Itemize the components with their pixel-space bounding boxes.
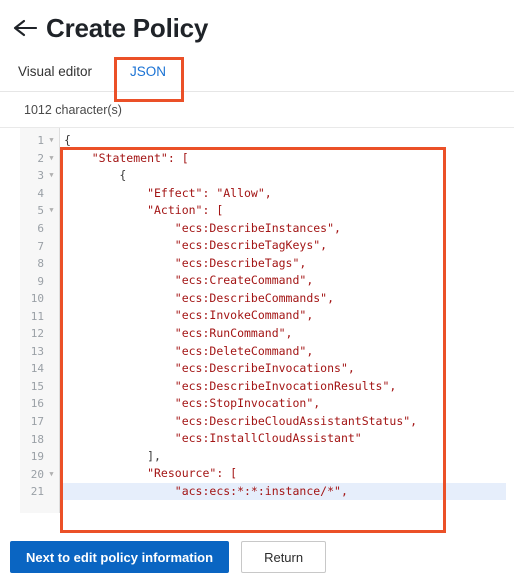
editor-code-line[interactable]: "ecs:DescribeInstances", <box>60 220 506 238</box>
editor-line-number: 13▼ <box>20 343 59 361</box>
page-header: Create Policy <box>0 0 514 48</box>
line-number-value: 17 <box>30 415 44 429</box>
editor-line-number: 20 ▼ <box>20 465 59 483</box>
chevron-down-icon[interactable]: ▼ <box>46 172 57 179</box>
line-number-value: 2 <box>37 151 44 165</box>
tab-json[interactable]: JSON <box>108 64 188 91</box>
chevron-down-icon[interactable]: ▼ <box>46 154 57 162</box>
editor-line-number: 1 ▼ <box>20 132 59 150</box>
editor-line-number: 18▼ <box>20 430 59 448</box>
editor-line-number: 3 ▼ <box>20 167 59 185</box>
editor-line-number: 4▼ <box>20 185 59 203</box>
line-number-value: 18 <box>30 432 44 446</box>
editor-code-line[interactable]: "Statement": [ <box>60 150 506 168</box>
line-number-value: 20 <box>30 467 44 481</box>
next-to-edit-policy-information-button[interactable]: Next to edit policy information <box>10 541 230 573</box>
line-number-value: 10 <box>30 292 44 306</box>
chevron-down-icon[interactable]: ▼ <box>46 207 57 214</box>
editor-code-line[interactable]: "ecs:DescribeInvocationResults", <box>60 378 506 396</box>
return-button[interactable]: Return <box>241 541 327 573</box>
editor-line-number: 21▼ <box>20 483 59 501</box>
editor-code-line[interactable]: "ecs:InstallCloudAssistant" <box>60 430 506 448</box>
editor-code-line[interactable]: "ecs:DescribeTags", <box>60 255 506 273</box>
editor-line-number: 12▼ <box>20 325 59 343</box>
editor-code-line[interactable]: ], <box>60 448 506 466</box>
character-count-label: 1012 character(s) <box>24 102 122 117</box>
editor-line-number: 14▼ <box>20 360 59 378</box>
editor-code-line[interactable]: { <box>60 167 506 185</box>
code-punctuation: { <box>64 168 127 183</box>
line-number-value: 9 <box>37 274 44 288</box>
chevron-down-icon[interactable]: ▼ <box>46 470 57 478</box>
editor-code-line[interactable]: "ecs:DescribeInvocations", <box>60 360 506 378</box>
line-number-value: 1 <box>37 134 44 148</box>
editor-code-line[interactable]: "ecs:StopInvocation", <box>60 395 506 413</box>
line-number-value: 19 <box>30 450 44 464</box>
line-number-value: 14 <box>30 362 44 376</box>
editor-code-line[interactable]: "ecs:CreateCommand", <box>60 272 506 290</box>
editor-code-line[interactable]: "ecs:DeleteCommand", <box>60 343 506 361</box>
editor-line-number: 17▼ <box>20 413 59 431</box>
editor-code-line[interactable]: "ecs:DescribeCloudAssistantStatus", <box>60 413 506 431</box>
line-number-value: 15 <box>30 379 44 393</box>
editor-line-number: 19▼ <box>20 448 59 466</box>
editor-line-number: 6▼ <box>20 220 59 238</box>
json-code-editor[interactable]: 1▼2▼3▼4▼5▼6▼7▼8▼9▼10▼11▼12▼13▼14▼15▼16▼1… <box>20 128 506 513</box>
editor-code-line[interactable]: "ecs:DescribeTagKeys", <box>60 237 506 255</box>
code-punctuation: ], <box>64 448 161 463</box>
editor-line-number: 8▼ <box>20 255 59 273</box>
editor-line-number: 11▼ <box>20 307 59 325</box>
footer-actions: Next to edit policy information Return <box>0 533 514 581</box>
line-number-value: 7 <box>37 239 44 253</box>
editor-code-line[interactable]: "acs:ecs:*:*:instance/*", <box>60 482 506 501</box>
tab-bar: Visual editor JSON <box>0 48 514 92</box>
line-number-value: 11 <box>30 309 44 323</box>
editor-line-number: 7▼ <box>20 237 59 255</box>
create-policy-page: Create Policy Visual editor JSON 1012 ch… <box>0 0 514 581</box>
page-title: Create Policy <box>46 13 209 43</box>
editor-line-number: 2 ▼ <box>20 150 59 168</box>
editor-code-line[interactable]: "ecs:DescribeCommands", <box>60 290 506 308</box>
tab-visual-editor[interactable]: Visual editor <box>18 64 108 91</box>
line-number-value: 12 <box>30 327 44 341</box>
editor-code-line[interactable]: "Resource": [ <box>60 465 506 483</box>
line-number-value: 21 <box>30 485 44 499</box>
line-number-value: 4 <box>37 186 44 200</box>
line-number-value: 3 <box>37 169 44 183</box>
arrow-left-icon[interactable] <box>12 15 38 41</box>
character-count-bar: 1012 character(s) <box>0 92 514 128</box>
line-number-value: 16 <box>30 397 44 411</box>
editor-line-number-gutter: 1▼2▼3▼4▼5▼6▼7▼8▼9▼10▼11▼12▼13▼14▼15▼16▼1… <box>20 128 60 513</box>
editor-code-area[interactable]: { "Statement": [ { "Effect": "Allow", "A… <box>60 128 506 513</box>
editor-code-line[interactable]: { <box>60 132 506 150</box>
line-number-value: 13 <box>30 344 44 358</box>
editor-code-line[interactable]: "ecs:InvokeCommand", <box>60 307 506 325</box>
editor-line-number: 16▼ <box>20 395 59 413</box>
editor-code-line[interactable]: "ecs:RunCommand", <box>60 325 506 343</box>
code-punctuation: { <box>64 133 71 147</box>
chevron-down-icon[interactable]: ▼ <box>46 137 57 144</box>
editor-code-line[interactable]: "Action": [ <box>60 202 506 220</box>
editor-code-line[interactable]: "Effect": "Allow", <box>60 185 506 203</box>
editor-line-number: 15▼ <box>20 378 59 396</box>
editor-line-number: 5 ▼ <box>20 202 59 220</box>
editor-line-number: 9▼ <box>20 272 59 290</box>
line-number-value: 5 <box>37 204 44 218</box>
editor-line-number: 10▼ <box>20 290 59 308</box>
line-number-value: 6 <box>37 222 44 235</box>
line-number-value: 8 <box>37 257 44 271</box>
